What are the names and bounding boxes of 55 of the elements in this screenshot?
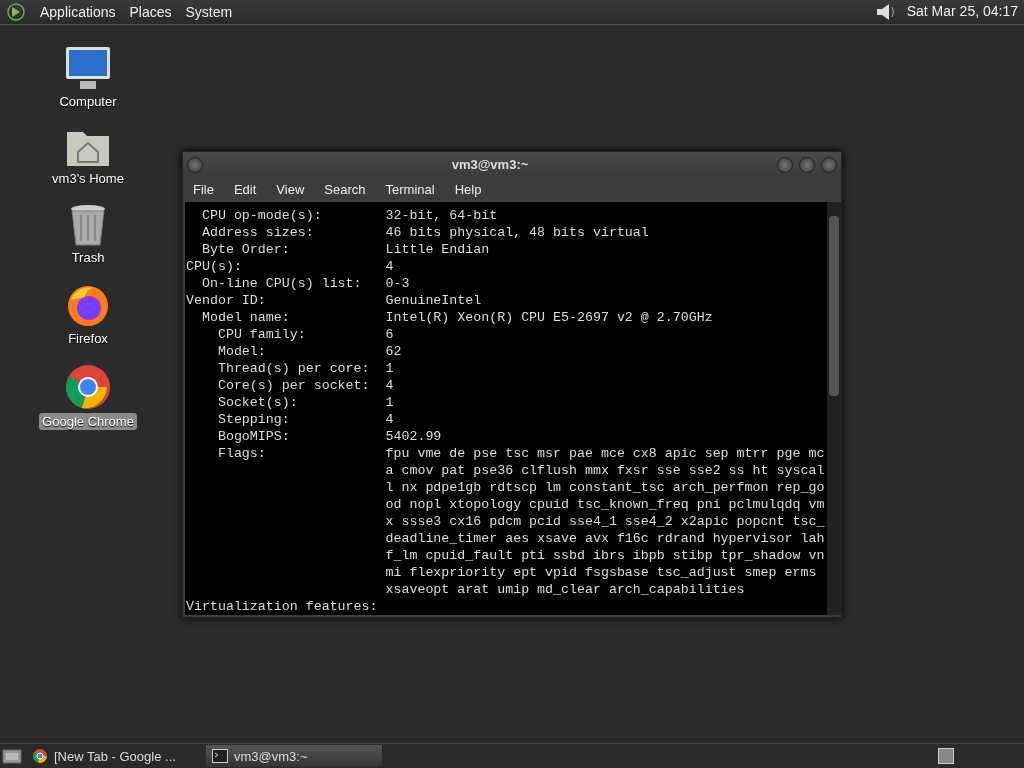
- terminal-line: Socket(s): 1: [216, 394, 395, 411]
- terminal-line: Model name: Intel(R) Xeon(R) CPU E5-2697 v2 @ 2.70GHz: [200, 309, 714, 326]
- monitor-icon: [64, 45, 112, 91]
- terminal-line: deadline_timer aes xsave avx f16c rdrand hypervisor lah: [384, 530, 826, 547]
- terminal-line: Model: 62: [216, 343, 403, 360]
- chrome-icon: [32, 748, 48, 764]
- logo-icon[interactable]: [6, 2, 26, 22]
- terminal-line: Vendor ID: GenuineIntel: [186, 292, 483, 309]
- desktop-icon-label[interactable]: vm3's Home: [49, 170, 127, 187]
- clock[interactable]: Sat Mar 25, 04:17: [874, 2, 1018, 22]
- terminal-line: Core(s) per socket: 4: [216, 377, 395, 394]
- terminal-line: BogoMIPS: 5402.99: [216, 428, 443, 445]
- panel-menu[interactable]: System: [185, 4, 233, 20]
- close-button[interactable]: [821, 156, 837, 173]
- terminal-line: a cmov pat pse36 clflush mmx fxsr sse sse2 ss ht syscal: [384, 462, 826, 479]
- desktop-icon-label[interactable]: Firefox: [65, 330, 111, 347]
- chrome-icon: [64, 363, 112, 411]
- terminal-line: Address sizes: 46 bits physical, 48 bits virtual: [200, 224, 650, 241]
- menu-item[interactable]: Search: [324, 182, 366, 197]
- terminal-line: l nx pdpe1gb rdtscp lm constant_tsc arch_perfmon rep_go: [384, 479, 826, 496]
- workspace-switcher[interactable]: [938, 748, 954, 764]
- terminal-line: x ssse3 cx16 pdcm pcid sse4_1 sse4_2 x2apic popcnt tsc_: [384, 513, 826, 530]
- taskbar-button[interactable]: [New Tab - Google ...: [26, 745, 202, 767]
- taskbar-button[interactable]: vm3@vm3:~: [206, 745, 382, 767]
- terminal-line: Flags: fpu vme de pse tsc msr pae mce cx8 apic sep mtrr pge mc: [216, 445, 826, 462]
- terminal-line: mi flexpriority ept vpid fsgsbase tsc_adjust smep erms: [384, 564, 818, 581]
- terminal-line: Stepping: 4: [216, 411, 395, 428]
- menu-item[interactable]: File: [193, 182, 214, 197]
- desktop-icon-label[interactable]: Trash: [68, 249, 108, 266]
- terminal-line: f_lm cpuid_fault pti ssbd ibrs ibpb stibp tpr_shadow vn: [384, 547, 826, 564]
- terminal-line: CPU op-mode(s): 32-bit, 64-bit: [200, 207, 499, 224]
- menu-item[interactable]: Edit: [233, 182, 257, 197]
- scrollbar[interactable]: [827, 202, 841, 615]
- window-title: vm3@vm3:~: [451, 157, 529, 172]
- menu-item[interactable]: Help: [454, 182, 482, 197]
- panel-menu[interactable]: Applications: [40, 4, 116, 20]
- maximize-button[interactable]: [799, 156, 815, 173]
- terminal-line: Byte Order: Little Endian: [200, 241, 491, 258]
- panel-menu[interactable]: Places: [129, 4, 172, 20]
- menu-item[interactable]: Terminal: [385, 182, 435, 197]
- window-menu-button[interactable]: [187, 156, 203, 173]
- terminal-line: CPU(s): 4: [186, 258, 395, 275]
- terminal-icon: [212, 749, 228, 763]
- terminal-line: od nopl xtopology cpuid tsc_known_freq pni pclmulqdq vm: [384, 496, 826, 513]
- terminal-line: xsaveopt arat umip md_clear arch_capabilities: [384, 581, 746, 598]
- desktop-icon-label[interactable]: Computer: [56, 93, 120, 110]
- terminal-line: On-line CPU(s) list: 0-3: [200, 275, 411, 292]
- menu-item[interactable]: View: [276, 182, 305, 197]
- show-desktop-icon[interactable]: [2, 747, 22, 765]
- terminal-line: Thread(s) per core: 1: [216, 360, 395, 377]
- minimize-button[interactable]: [777, 156, 793, 173]
- trash-icon: [68, 203, 108, 247]
- terminal-line: CPU family: 6: [216, 326, 395, 343]
- terminal-line: Virtualization features:: [186, 598, 379, 615]
- speaker-icon[interactable]: [874, 2, 897, 22]
